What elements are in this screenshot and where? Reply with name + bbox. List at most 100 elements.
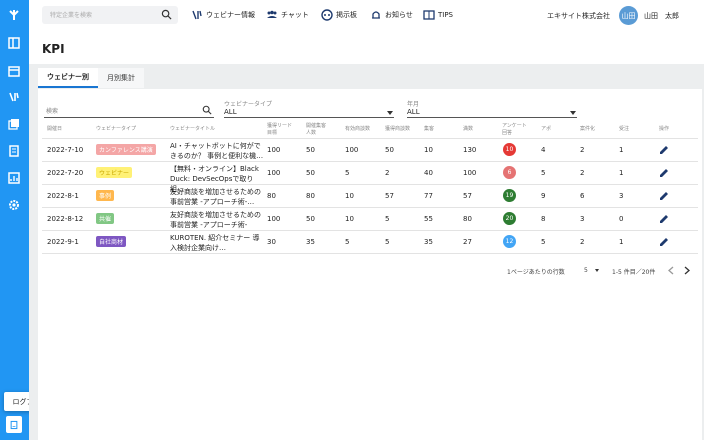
- document-icon[interactable]: [7, 144, 21, 158]
- col-header: 獲得商談数: [385, 126, 411, 132]
- search-icon[interactable]: [161, 9, 172, 20]
- cell-value: 50: [306, 146, 315, 154]
- cell-date: 2022-8-12: [47, 215, 84, 223]
- nav-label: お知らせ: [385, 11, 413, 19]
- cell-value: 5: [385, 215, 390, 223]
- survey-score-badge: 10: [503, 143, 516, 156]
- cell-title[interactable]: KUROTEN. 紹介セミナー 導入検討企業向け…: [170, 233, 265, 253]
- survey-score-badge: 19: [503, 189, 516, 202]
- cell-value: 5: [541, 238, 546, 246]
- chevron-down-icon[interactable]: [570, 111, 576, 115]
- chart-icon[interactable]: [7, 171, 21, 185]
- nav-notifications[interactable]: お知らせ: [370, 8, 413, 22]
- cell-value: 40: [424, 169, 433, 177]
- col-header: 満数: [463, 126, 474, 132]
- cell-value: 57: [385, 192, 394, 200]
- nav-label: ウェビナー情報: [206, 11, 255, 19]
- cell-value: 50: [385, 146, 394, 154]
- filter-type-label: ウェビナータイプ: [224, 101, 273, 108]
- cell-value: 4: [541, 146, 546, 154]
- col-header: アンケート回答: [502, 123, 527, 136]
- chat-people-icon: [267, 10, 277, 18]
- cell-value: 2: [580, 169, 585, 177]
- user-name[interactable]: 山田 太郎: [644, 11, 679, 21]
- row-divider: [42, 230, 698, 231]
- filter-type-value[interactable]: ALL: [224, 108, 237, 116]
- tab-by-webinar[interactable]: ウェビナー別: [38, 68, 98, 88]
- cell-date: 2022-7-20: [47, 169, 84, 177]
- cell-value: 1: [619, 146, 624, 154]
- cell-value: 5: [345, 169, 350, 177]
- cell-value: 35: [306, 238, 315, 246]
- nav-webinar-info[interactable]: ウェビナー情報: [191, 8, 255, 22]
- survey-score-badge: 12: [503, 235, 516, 248]
- company-search-input[interactable]: 特定企業を検索: [42, 6, 178, 24]
- col-header: 開催日: [47, 126, 63, 132]
- col-header: 獲得リード目標: [267, 123, 293, 136]
- chevron-down-icon[interactable]: [387, 111, 393, 115]
- copy-icon[interactable]: [7, 117, 21, 131]
- search-icon[interactable]: [202, 105, 212, 115]
- tab-bar: ウェビナー別 月別集計: [38, 68, 144, 88]
- edit-pencil-icon[interactable]: [659, 168, 669, 178]
- row-divider: [42, 161, 698, 162]
- tab-monthly-summary[interactable]: 月別集計: [98, 68, 144, 88]
- cell-value: 77: [424, 192, 433, 200]
- avatar[interactable]: 山田: [619, 6, 638, 25]
- cell-value: 5: [345, 238, 350, 246]
- bell-icon: [372, 11, 380, 19]
- cell-value: 50: [306, 215, 315, 223]
- cell-value: 1: [619, 238, 624, 246]
- logout-button[interactable]: [6, 416, 22, 433]
- filter-type-select[interactable]: [224, 117, 394, 118]
- webinar-nav-icon[interactable]: [7, 90, 21, 104]
- filter-month-select[interactable]: [407, 117, 577, 118]
- logout-icon: [10, 420, 18, 429]
- nav-chat[interactable]: チャット: [266, 8, 309, 22]
- prev-page-icon[interactable]: [667, 266, 675, 275]
- cell-value: 10: [424, 146, 433, 154]
- survey-score-badge: 6: [503, 166, 516, 179]
- top-header: 特定企業を検索 ウェビナー情報 チャット 掲示板 お知らせ TIPS エキサイト…: [29, 0, 704, 30]
- dashboard-icon[interactable]: [7, 36, 21, 50]
- cell-title[interactable]: AI・チャットボットに何ができるのか？ 事例と便利な機…: [170, 141, 265, 161]
- cell-value: 1: [619, 169, 624, 177]
- edit-pencil-icon[interactable]: [659, 191, 669, 201]
- col-header: 有効商談数: [345, 126, 371, 132]
- filter-search-placeholder: 検索: [46, 108, 59, 115]
- cell-value: 80: [463, 215, 472, 223]
- filter-search-input[interactable]: [44, 117, 214, 118]
- cell-value: 2: [580, 238, 585, 246]
- nav-tips[interactable]: TIPS: [423, 8, 453, 22]
- cell-value: 55: [424, 215, 433, 223]
- survey-score-badge: 20: [503, 212, 516, 225]
- rows-per-page-label: 1ページあたりの行数: [507, 269, 565, 276]
- edit-pencil-icon[interactable]: [659, 237, 669, 247]
- filter-month-value[interactable]: ALL: [407, 108, 420, 116]
- edit-pencil-icon[interactable]: [659, 145, 669, 155]
- nav-board[interactable]: 掲示板: [321, 8, 357, 22]
- next-page-icon[interactable]: [683, 266, 691, 275]
- cell-title[interactable]: 友好商談を増加させるための事前営業 -アプローチ術-: [170, 210, 265, 230]
- cell-value: 0: [619, 215, 624, 223]
- row-divider: [42, 184, 698, 185]
- row-divider: [42, 207, 698, 208]
- cell-value: 3: [619, 192, 624, 200]
- nav-label: 掲示板: [336, 11, 357, 19]
- webinar-type-tag: 事例: [96, 190, 115, 201]
- cell-value: 5: [385, 238, 390, 246]
- cell-value: 100: [267, 146, 281, 154]
- logo-icon[interactable]: [7, 8, 21, 22]
- cell-value: 100: [267, 215, 281, 223]
- cell-title[interactable]: 友好商談を増加させるための事前営業 -アプローチ術-…: [170, 187, 265, 207]
- row-divider: [42, 253, 698, 254]
- cell-value: 80: [267, 192, 276, 200]
- calendar-icon[interactable]: [7, 64, 21, 78]
- cell-date: 2022-8-1: [47, 192, 79, 200]
- chevron-down-icon[interactable]: [595, 269, 599, 272]
- cell-value: 100: [267, 169, 281, 177]
- edit-pencil-icon[interactable]: [659, 214, 669, 224]
- settings-gear-icon[interactable]: [7, 198, 21, 212]
- webinar-icon: [192, 10, 202, 20]
- rows-per-page-select[interactable]: 5: [584, 267, 588, 274]
